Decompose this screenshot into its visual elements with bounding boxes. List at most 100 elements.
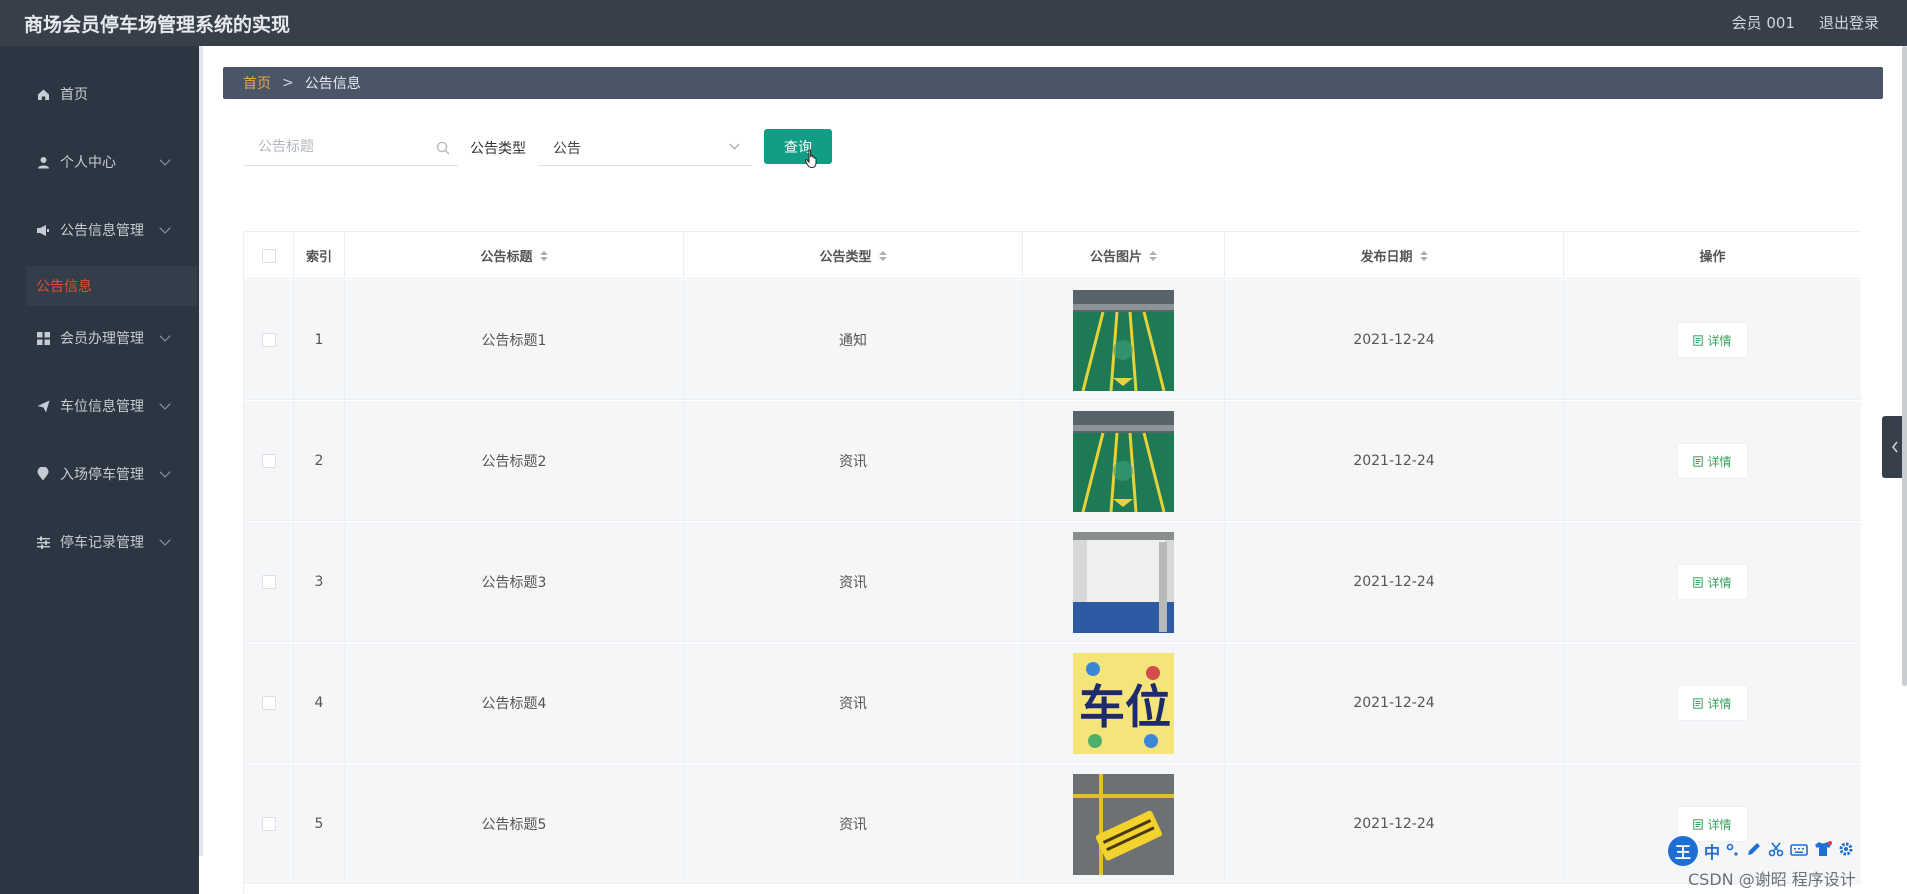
sort-icon[interactable] <box>1149 250 1157 261</box>
sort-icon[interactable] <box>878 250 887 261</box>
detail-label: 详情 <box>1707 696 1732 711</box>
scissors-icon[interactable] <box>1768 841 1784 861</box>
chevron-down-icon <box>159 398 171 410</box>
breadcrumb-home[interactable]: 首页 <box>243 73 271 93</box>
column-header-date[interactable]: 发布日期 <box>1225 232 1564 279</box>
sidebar-scrollbar[interactable] <box>199 46 203 856</box>
column-header-title[interactable]: 公告标题 <box>345 232 684 279</box>
sliders-icon <box>36 535 50 549</box>
sidebar-item-space-mgmt[interactable]: 车位信息管理 <box>0 388 197 424</box>
type-select[interactable]: 公告 <box>538 130 752 166</box>
row-checkbox[interactable] <box>261 696 276 710</box>
column-header-label: 公告标题 <box>480 250 533 265</box>
document-icon <box>1693 576 1704 588</box>
column-header-index: 索引 <box>294 232 345 279</box>
document-icon <box>1693 818 1704 830</box>
notice-thumbnail[interactable] <box>1073 773 1174 875</box>
row-image-cell <box>1023 522 1225 642</box>
row-index: 4 <box>294 643 345 763</box>
row-title: 公告标题2 <box>345 401 684 521</box>
notice-thumbnail[interactable] <box>1073 531 1174 633</box>
row-index: 2 <box>294 401 345 521</box>
user-name[interactable]: 会员 001 <box>1732 12 1795 33</box>
location-icon <box>36 467 50 481</box>
select-all-cell <box>244 232 294 279</box>
detail-button[interactable]: 详情 <box>1677 322 1748 358</box>
row-checkbox[interactable] <box>261 575 276 589</box>
row-checkbox[interactable] <box>261 333 276 347</box>
sidebar: 首页 个人中心 公告信息管理 会员办理管理 车位信息管理 入场停车管理 停车记录… <box>0 46 199 894</box>
logout-link[interactable]: 退出登录 <box>1819 12 1879 33</box>
sort-icon[interactable] <box>539 250 548 261</box>
shirt-icon[interactable] <box>1814 841 1833 861</box>
table-row: 1 公告标题1 通知 2021-12-24 详情 <box>244 280 1861 400</box>
svg-text:车位: 车位 <box>1079 680 1171 734</box>
send-icon <box>36 399 50 413</box>
search-field <box>244 130 458 166</box>
column-header-label: 公告图片 <box>1089 250 1142 265</box>
detail-button[interactable]: 详情 <box>1677 685 1748 721</box>
detail-button[interactable]: 详情 <box>1677 564 1748 600</box>
table-row: 5 公告标题5 资讯 2021-12-24 详情 <box>244 764 1861 884</box>
type-filter-label: 公告类型 <box>470 141 526 157</box>
ime-mode-toggle[interactable]: 中 <box>1704 839 1720 863</box>
detail-button[interactable]: 详情 <box>1677 443 1748 479</box>
megaphone-icon <box>36 223 50 237</box>
sidebar-item-home[interactable]: 首页 <box>0 76 197 112</box>
document-icon <box>1693 697 1704 709</box>
row-index: 5 <box>294 764 345 884</box>
search-icon[interactable] <box>436 140 450 159</box>
sidebar-item-profile[interactable]: 个人中心 <box>0 144 197 180</box>
hand-cursor-icon <box>804 149 820 173</box>
detail-label: 详情 <box>1707 817 1732 832</box>
sidebar-item-record-mgmt[interactable]: 停车记录管理 <box>0 524 197 560</box>
table-row: 4 公告标题4 资讯 车位 2021-12-24 详情 <box>244 643 1861 763</box>
breadcrumb-current: 公告信息 <box>304 76 361 92</box>
row-action-cell: 详情 <box>1564 643 1861 763</box>
row-type: 资讯 <box>684 764 1023 884</box>
sidebar-item-label: 会员办理管理 <box>60 331 144 347</box>
row-select-cell <box>244 764 294 884</box>
notice-thumbnail[interactable]: 车位 <box>1073 652 1174 754</box>
row-index: 1 <box>294 280 345 400</box>
keyboard-icon[interactable] <box>1790 842 1808 861</box>
row-checkbox[interactable] <box>261 817 276 831</box>
row-type: 资讯 <box>684 401 1023 521</box>
row-checkbox[interactable] <box>261 454 276 468</box>
table-row: 2 公告标题2 资讯 2021-12-24 详情 <box>244 401 1861 521</box>
row-select-cell <box>244 522 294 642</box>
document-icon <box>1693 334 1704 346</box>
chevron-down-icon <box>729 139 740 150</box>
page-scrollbar[interactable] <box>1902 46 1907 686</box>
row-date: 2021-12-24 <box>1225 280 1564 400</box>
notice-table: 索引 公告标题 公告类型 公告图片 发布日期 操作 1 公告标题1 通知 2021-1… <box>243 231 1861 894</box>
punctuation-icon[interactable] <box>1726 842 1740 861</box>
sidebar-item-member-mgmt[interactable]: 会员办理管理 <box>0 320 197 356</box>
column-header-image[interactable]: 公告图片 <box>1023 232 1225 279</box>
chevron-down-icon <box>159 330 171 342</box>
table-row: 3 公告标题3 资讯 2021-12-24 详情 <box>244 522 1861 642</box>
app-title: 商场会员停车场管理系统的实现 <box>24 14 291 36</box>
sidebar-item-notice-mgmt[interactable]: 公告信息管理 <box>0 212 197 248</box>
chevron-left-icon <box>1891 441 1898 453</box>
notice-thumbnail[interactable] <box>1073 410 1174 512</box>
sidebar-subitem-notice[interactable]: 公告信息 <box>26 266 197 306</box>
select-all-checkbox[interactable] <box>261 248 276 263</box>
pen-icon[interactable] <box>1746 841 1762 861</box>
notice-thumbnail[interactable] <box>1073 289 1174 391</box>
row-date: 2021-12-24 <box>1225 401 1564 521</box>
user-icon <box>36 155 50 169</box>
sort-icon[interactable] <box>1419 250 1428 261</box>
sidebar-item-label: 停车记录管理 <box>60 535 144 551</box>
query-button[interactable]: 查询 <box>764 129 832 164</box>
chevron-down-icon <box>159 466 171 478</box>
sidebar-item-label: 个人中心 <box>60 155 116 171</box>
column-header-type[interactable]: 公告类型 <box>684 232 1023 279</box>
sidebar-item-entry-mgmt[interactable]: 入场停车管理 <box>0 456 197 492</box>
watermark: CSDN @谢昭 程序设计 <box>1688 870 1856 889</box>
row-select-cell <box>244 280 294 400</box>
document-icon <box>1693 455 1704 467</box>
gear-icon[interactable] <box>1838 841 1854 861</box>
search-input[interactable] <box>244 130 434 164</box>
ime-logo[interactable]: 王 <box>1668 836 1698 866</box>
